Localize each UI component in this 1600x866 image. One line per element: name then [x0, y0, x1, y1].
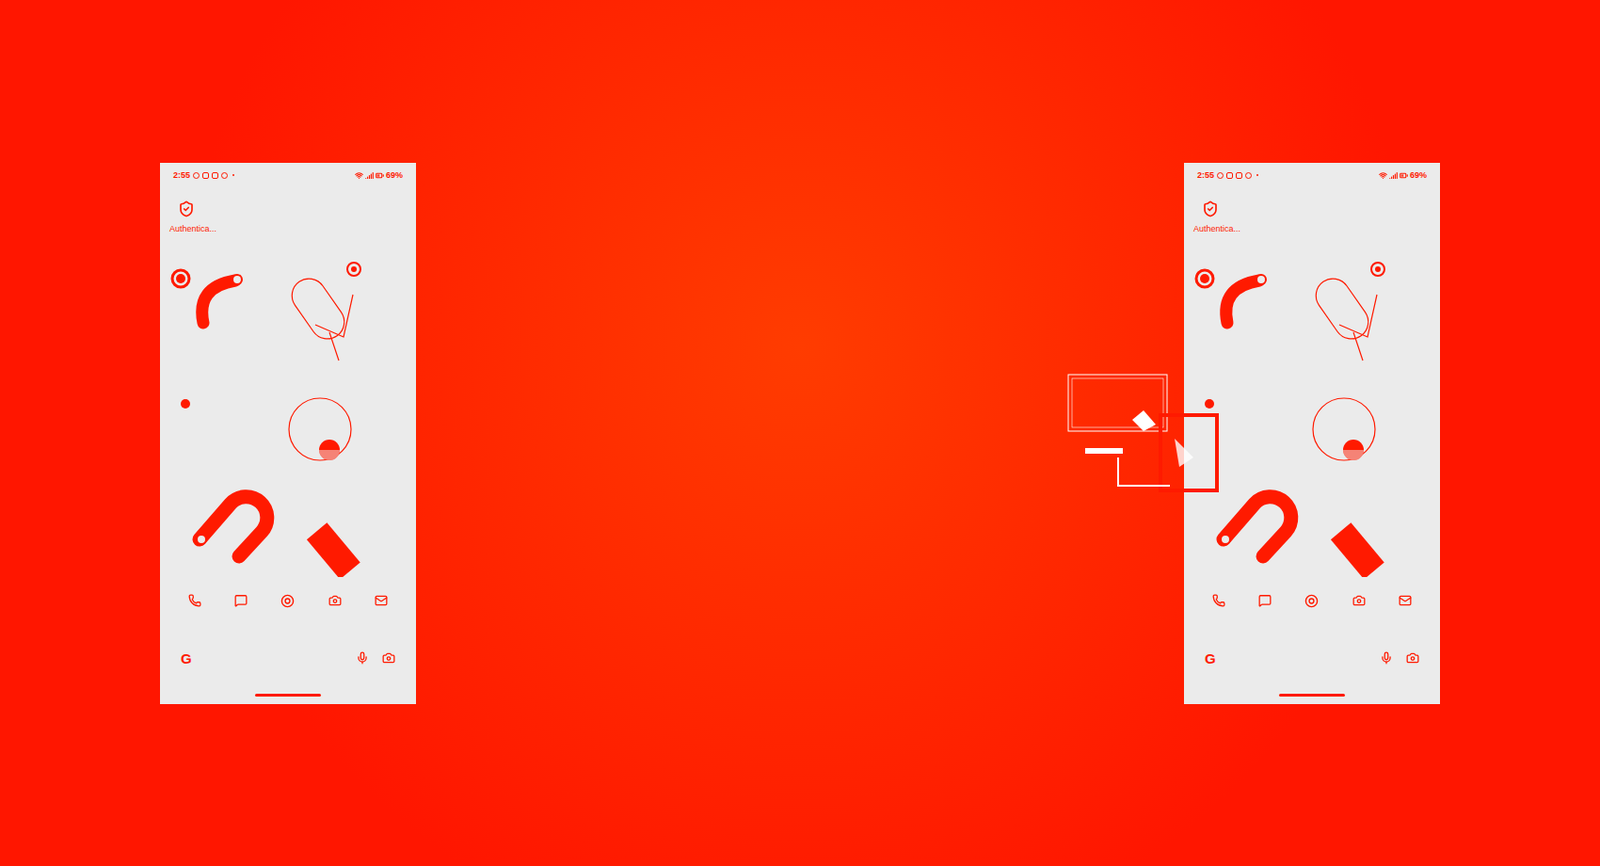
- gmail-icon[interactable]: [1398, 593, 1412, 608]
- notification-icon: [1226, 172, 1233, 179]
- camera-icon[interactable]: [1352, 593, 1366, 608]
- notification-icon: [1245, 172, 1252, 179]
- battery-icon: [375, 171, 384, 180]
- chrome-icon[interactable]: [1304, 593, 1319, 608]
- shape-widgets-icon: [1184, 256, 1440, 577]
- notification-icon: [221, 172, 228, 179]
- screen-graphic-icon: [1066, 372, 1220, 496]
- battery-level: 69%: [1409, 171, 1427, 180]
- more-dot: [1256, 174, 1259, 176]
- notification-icon: [1216, 172, 1224, 179]
- notification-icon: [1235, 172, 1243, 179]
- shape-widgets-icon: [160, 256, 416, 577]
- phone-screenshot: 2:55 69% Authentica... G: [160, 162, 416, 704]
- lens-icon[interactable]: [1406, 651, 1420, 665]
- mic-icon[interactable]: [355, 651, 369, 665]
- dock: [160, 586, 416, 615]
- chrome-icon[interactable]: [280, 593, 295, 608]
- camera-icon[interactable]: [328, 593, 342, 608]
- battery-icon: [1399, 171, 1408, 180]
- notification-icon: [202, 172, 209, 179]
- gmail-icon[interactable]: [374, 593, 388, 608]
- lens-icon[interactable]: [382, 651, 396, 665]
- status-time: 2:55: [1197, 171, 1215, 180]
- notification-icon: [192, 172, 200, 179]
- search-bar[interactable]: G: [1184, 644, 1440, 672]
- app-label[interactable]: Authentica...: [169, 223, 217, 235]
- dock: [1184, 586, 1440, 615]
- navigation-handle[interactable]: [1279, 693, 1345, 697]
- app-shortcut[interactable]: Authentica...: [160, 181, 416, 257]
- status-bar: 2:55 69%: [1184, 162, 1440, 182]
- notification-icon: [211, 172, 219, 179]
- phone-screenshot: 2:55 69% Authentica... G: [1184, 162, 1440, 704]
- app-shortcut[interactable]: Authentica...: [1184, 181, 1440, 257]
- more-dot: [232, 174, 235, 176]
- search-bar[interactable]: G: [160, 644, 416, 672]
- background-photo: 2:55 69% Authentica... G 2:55 69% Authentica..…: [0, 0, 1600, 866]
- signal-icon: [1389, 171, 1398, 180]
- phone-icon[interactable]: [1212, 593, 1226, 608]
- wifi-icon: [354, 171, 364, 180]
- app-label[interactable]: Authentica...: [1193, 223, 1241, 235]
- battery-level: 69%: [385, 171, 403, 180]
- google-logo[interactable]: G: [1204, 651, 1216, 666]
- status-bar: 2:55 69%: [160, 162, 416, 182]
- messages-icon[interactable]: [234, 593, 248, 608]
- authenticator-icon[interactable]: [177, 200, 195, 218]
- navigation-handle[interactable]: [255, 693, 321, 697]
- google-logo[interactable]: G: [180, 651, 192, 666]
- signal-icon: [365, 171, 374, 180]
- mic-icon[interactable]: [1379, 651, 1393, 665]
- phone-icon[interactable]: [188, 593, 202, 608]
- wifi-icon: [1378, 171, 1388, 180]
- authenticator-icon[interactable]: [1201, 200, 1219, 218]
- messages-icon[interactable]: [1258, 593, 1272, 608]
- status-time: 2:55: [173, 171, 191, 180]
